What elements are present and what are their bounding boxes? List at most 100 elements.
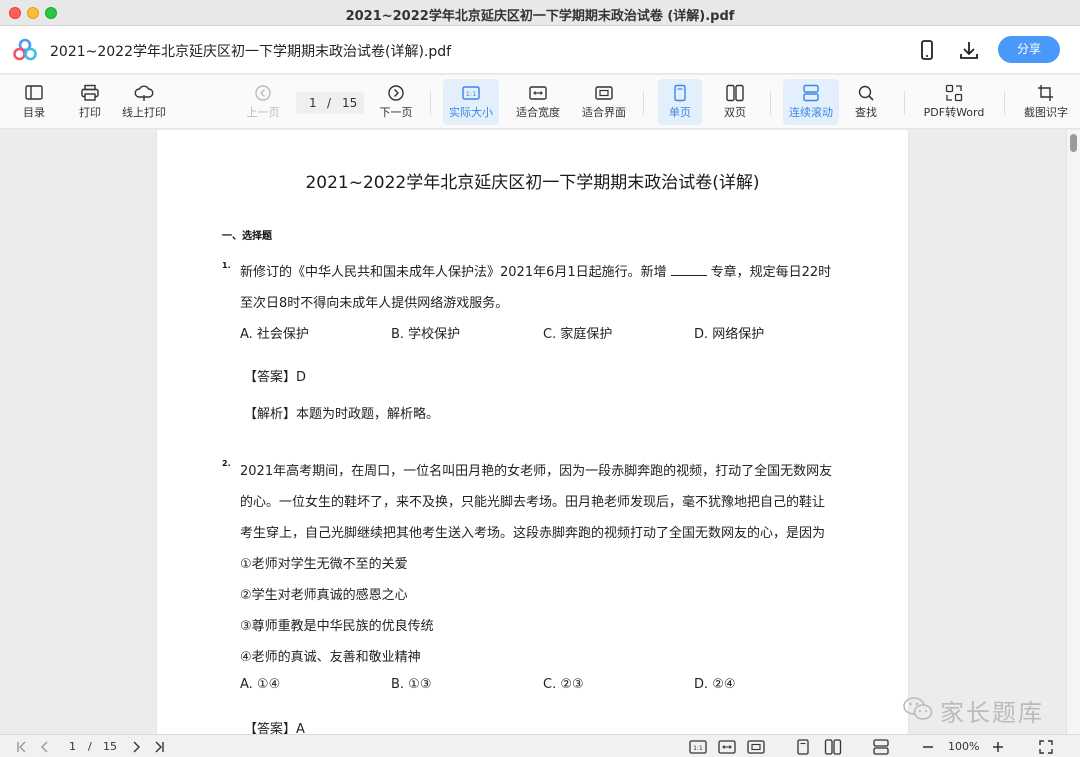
- option-b: B. 学校保护: [391, 327, 461, 342]
- share-button[interactable]: 分享: [998, 36, 1060, 63]
- double-page-icon[interactable]: [824, 739, 842, 755]
- current-page-value: 1: [309, 96, 317, 110]
- continuous-scroll-icon: [803, 84, 819, 102]
- print-button[interactable]: 打印: [70, 79, 110, 125]
- question-2-line: 的心。一位女生的鞋坏了，来不及换，只能光脚去考场。田月艳老师发现后，毫不犹豫地把…: [240, 495, 826, 510]
- pdf-to-word-button[interactable]: PDF转Word: [918, 79, 990, 125]
- statement-3: ③尊师重教是中华民族的优良传统: [240, 619, 434, 634]
- option-b: B. ①③: [391, 677, 432, 692]
- option-c: C. 家庭保护: [543, 327, 613, 342]
- actual-size-label: 实际大小: [449, 106, 493, 119]
- printer-icon: [81, 84, 99, 101]
- answer: 【答案】D: [244, 370, 307, 385]
- search-icon: [858, 85, 874, 101]
- first-page-icon[interactable]: [14, 739, 30, 755]
- wechat-icon: [903, 697, 933, 720]
- prev-page-button[interactable]: 上一页: [243, 79, 283, 125]
- toolbar-divider: [904, 91, 905, 115]
- continuous-scroll-button[interactable]: 连续滚动: [783, 79, 839, 125]
- search-button[interactable]: 查找: [846, 79, 886, 125]
- fit-width-label: 适合宽度: [516, 106, 560, 119]
- zoom-in-icon[interactable]: [991, 739, 1005, 755]
- question-number: 1.: [222, 261, 231, 270]
- window-title: 2021~2022学年北京延庆区初一下学期期末政治试卷 (详解).pdf: [345, 9, 735, 24]
- page-separator: /: [327, 96, 332, 110]
- fill-blank: [670, 264, 707, 276]
- last-page-icon[interactable]: [151, 739, 167, 755]
- option-a: A. ①④: [240, 677, 281, 692]
- single-page-icon[interactable]: [794, 739, 812, 755]
- mobile-device-icon[interactable]: [916, 39, 938, 61]
- pdf-to-word-label: PDF转Word: [923, 106, 985, 119]
- option-d: D. ②④: [694, 677, 736, 692]
- download-icon[interactable]: [958, 39, 980, 61]
- crop-icon: [1038, 85, 1053, 101]
- question-2-line: 2021年高考期间，在周口，一位名叫田月艳的女老师，因为一段赤脚奔跑的视频，打动…: [240, 464, 833, 479]
- status-page-separator: /: [88, 740, 92, 753]
- single-page-icon: [674, 84, 686, 102]
- vertical-scrollbar[interactable]: [1066, 130, 1080, 734]
- fit-width-icon: [529, 86, 547, 100]
- next-page-label: 下一页: [379, 106, 413, 119]
- fullscreen-icon[interactable]: [1038, 739, 1054, 755]
- fit-page-button[interactable]: 适合界面: [578, 79, 630, 125]
- zoom-out-icon[interactable]: [921, 739, 935, 755]
- toc-button[interactable]: 目录: [14, 79, 54, 125]
- toc-icon: [25, 85, 43, 100]
- fit-page-icon[interactable]: [747, 739, 765, 755]
- window-titlebar: 2021~2022学年北京延庆区初一下学期期末政治试卷 (详解).pdf: [0, 0, 1080, 26]
- continuous-scroll-label: 连续滚动: [789, 106, 833, 119]
- option-a: A. 社会保护: [240, 327, 309, 342]
- analysis: 【解析】本题为时政题，解析略。: [244, 407, 440, 422]
- statement-2: ②学生对老师真诚的感恩之心: [240, 588, 408, 603]
- double-page-button[interactable]: 双页: [714, 79, 756, 125]
- total-pages-value: 15: [342, 96, 358, 110]
- screenshot-ocr-button[interactable]: 截图识字: [1018, 79, 1074, 125]
- next-page-button[interactable]: 下一页: [376, 79, 416, 125]
- prev-page-label: 上一页: [246, 106, 280, 119]
- question-1-line-1: 新修订的《中华人民共和国未成年人保护法》2021年6月1日起施行。新增 专章，规定…: [240, 261, 831, 280]
- document-heading: 2021~2022学年北京延庆区初一下学期期末政治试卷(详解): [305, 173, 760, 193]
- toolbar-divider: [1004, 91, 1005, 115]
- online-print-button[interactable]: 线上打印: [118, 79, 170, 125]
- search-label: 查找: [855, 106, 877, 119]
- actual-size-button[interactable]: 1:1 实际大小: [443, 79, 499, 125]
- actual-size-icon[interactable]: 1:1: [689, 739, 707, 755]
- double-page-icon: [726, 84, 744, 102]
- watermark-text: 家长题库: [940, 699, 1044, 727]
- toc-label: 目录: [23, 106, 45, 119]
- scrollbar-thumb[interactable]: [1070, 134, 1077, 152]
- fit-width-button[interactable]: 适合宽度: [512, 79, 564, 125]
- convert-icon: [945, 84, 963, 102]
- statement-1: ①老师对学生无微不至的关爱: [240, 557, 408, 572]
- toolbar-divider: [430, 91, 431, 115]
- question-text: 新修订的《中华人民共和国未成年人保护法》2021年6月1日起施行。新增: [240, 265, 667, 280]
- toolbar-divider: [770, 91, 771, 115]
- answer: 【答案】A: [244, 722, 305, 734]
- watermark: 家长题库: [902, 692, 1062, 727]
- svg-text:1:1: 1:1: [466, 90, 476, 98]
- chevron-right-icon[interactable]: [128, 739, 144, 755]
- single-page-label: 单页: [669, 106, 691, 119]
- single-page-button[interactable]: 单页: [658, 79, 702, 125]
- app-logo-icon: [13, 38, 37, 61]
- option-d: D. 网络保护: [694, 327, 765, 342]
- chevron-left-circle-icon: [255, 85, 271, 101]
- pdf-page: 2021~2022学年北京延庆区初一下学期期末政治试卷(详解) 一、选择题 1.…: [157, 130, 908, 734]
- toolbar-divider: [643, 91, 644, 115]
- cloud-print-icon: [134, 85, 154, 101]
- fit-page-icon: [595, 86, 613, 100]
- zoom-level[interactable]: 100%: [948, 740, 979, 753]
- fit-width-icon[interactable]: [718, 739, 736, 755]
- continuous-scroll-icon[interactable]: [872, 739, 890, 755]
- question-2-line: 考生穿上，自己光脚继续把其他考生送入考场。这段赤脚奔跑的视频打动了全国无数网友的…: [240, 526, 826, 541]
- section-heading: 一、选择题: [222, 231, 272, 242]
- screenshot-ocr-label: 截图识字: [1024, 106, 1068, 119]
- document-viewport[interactable]: 2021~2022学年北京延庆区初一下学期期末政治试卷(详解) 一、选择题 1.…: [0, 130, 1080, 734]
- page-number-input[interactable]: 1 / 15: [296, 92, 364, 114]
- double-page-label: 双页: [724, 106, 746, 119]
- chevron-left-icon[interactable]: [37, 739, 53, 755]
- question-number: 2.: [222, 459, 231, 468]
- fit-page-label: 适合界面: [582, 106, 626, 119]
- question-1-line-2: 至次日8时不得向未成年人提供网络游戏服务。: [240, 296, 509, 311]
